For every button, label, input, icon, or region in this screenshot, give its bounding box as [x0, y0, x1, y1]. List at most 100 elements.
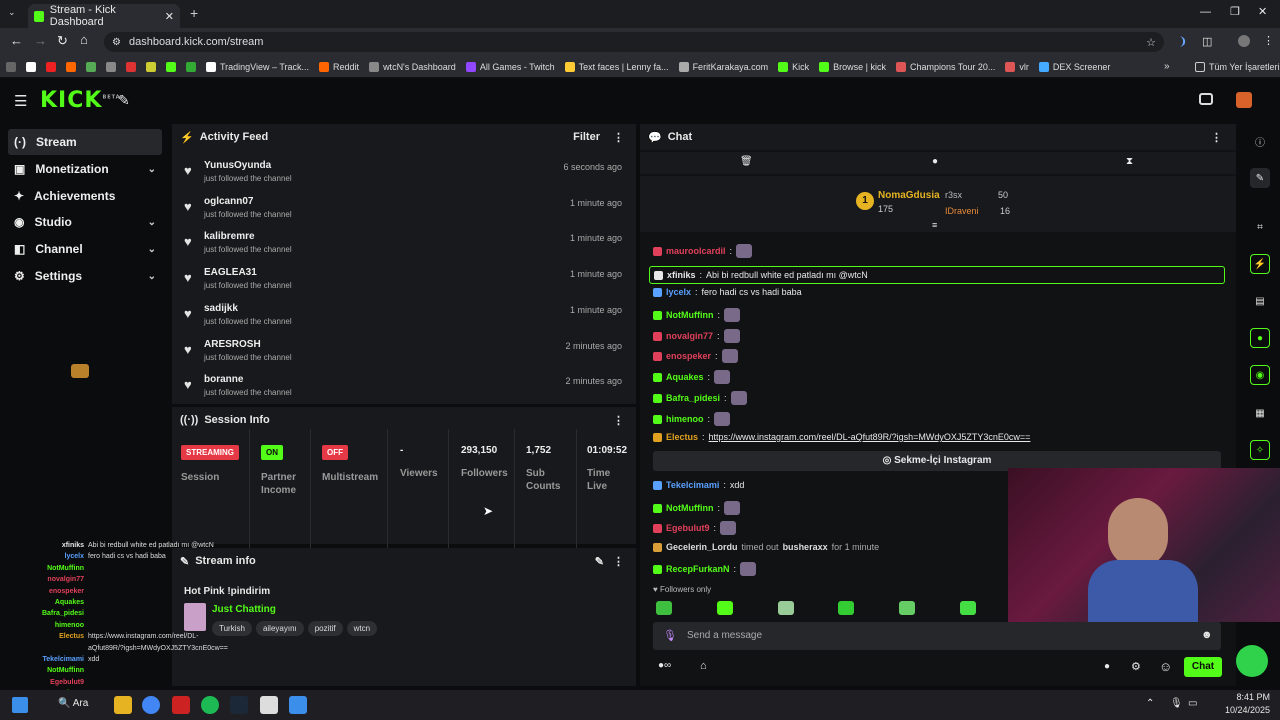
lightning-rail-icon[interactable]: ⚡ — [1250, 254, 1270, 274]
kebab-menu-icon[interactable]: ⋮ — [613, 414, 624, 427]
microphone-icon[interactable]: 🎙 — [663, 629, 677, 642]
bookmark-icon[interactable] — [166, 61, 176, 72]
chat-username[interactable]: RecepFurkanN — [666, 564, 730, 574]
bookmark-icon[interactable] — [186, 61, 196, 72]
chat-username[interactable]: xfiniks — [667, 270, 696, 280]
microphone-tray-icon[interactable]: 🎙 — [1170, 698, 1183, 709]
site-info-icon[interactable]: ⚙ — [112, 37, 121, 48]
close-window-icon[interactable]: ✕ — [1258, 5, 1267, 18]
profile-avatar[interactable] — [1238, 35, 1250, 47]
tag[interactable]: pozitif — [307, 621, 343, 636]
browser-tab[interactable]: Stream - Kick Dashboard ✕ — [28, 4, 180, 28]
chrome-icon[interactable] — [142, 696, 160, 714]
browser-menu-icon[interactable]: ⋮ — [1263, 34, 1274, 47]
broadcast-rail-icon[interactable]: ◉ — [1250, 365, 1270, 385]
reload-icon[interactable]: ↻ — [57, 33, 68, 49]
forward-icon[interactable]: → — [34, 33, 47, 48]
steam-icon[interactable] — [230, 696, 248, 714]
sidebar-item-studio[interactable]: ◉ Studio ⌄ — [8, 209, 162, 235]
document-icon[interactable]: ▤ — [1250, 291, 1270, 311]
bookmark-star-icon[interactable]: ☆ — [1146, 36, 1156, 49]
menu-hamburger-icon[interactable]: ☰ — [14, 92, 27, 110]
scan-icon[interactable]: ⌗ — [1250, 217, 1270, 237]
quick-action-icon[interactable]: ✎ — [118, 92, 130, 109]
trash-icon[interactable]: 🗑 — [740, 156, 753, 167]
kebab-menu-icon[interactable]: ⋮ — [613, 131, 624, 144]
close-tab-icon[interactable]: ✕ — [165, 10, 174, 23]
edit-icon[interactable]: ✎ — [595, 555, 604, 568]
bookmark-item[interactable]: TradingView – Track... — [206, 61, 309, 72]
message-input[interactable]: 🎙 Send a message ☻ — [653, 622, 1221, 650]
emote[interactable] — [777, 601, 794, 615]
all-bookmarks[interactable]: Tüm Yer İşaretleri — [1195, 61, 1280, 72]
spotify-icon[interactable] — [201, 696, 219, 714]
notepad-icon[interactable] — [289, 696, 307, 714]
multistream-off-badge[interactable]: OFF — [322, 445, 348, 460]
bookmark-item[interactable]: Kick — [778, 61, 809, 72]
chat-username[interactable]: himenoo — [666, 414, 704, 424]
chat-tab-icon[interactable]: ● — [932, 156, 938, 167]
filter-button[interactable]: Filter — [573, 131, 600, 143]
reddit-bookmark-icon[interactable] — [66, 61, 76, 72]
taskbar-search[interactable]: 🔍 Ara — [58, 698, 88, 709]
bookmark-item[interactable]: wtcN's Dashboard — [369, 61, 456, 72]
obs-icon[interactable] — [260, 696, 278, 714]
user-avatar[interactable] — [1236, 92, 1252, 108]
follower-name[interactable]: YunusOyunda — [204, 160, 271, 171]
kebab-menu-icon[interactable]: ⋮ — [1211, 131, 1222, 144]
bookmark-icon[interactable] — [86, 61, 96, 72]
bookmark-item[interactable]: Text faces | Lenny fa... — [564, 61, 669, 72]
file-explorer-icon[interactable] — [114, 696, 132, 714]
sidebar-item-settings[interactable]: ⚙ Settings ⌄ — [8, 263, 162, 289]
emote[interactable] — [656, 601, 672, 615]
chat-username[interactable]: enospeker — [666, 351, 711, 361]
tag[interactable]: wtcn — [346, 621, 378, 636]
chat-username[interactable]: Egebulut9 — [666, 523, 710, 533]
emote-picker-icon[interactable]: ☺ — [1159, 659, 1172, 674]
bookmark-item[interactable]: Browse | kick — [819, 61, 886, 72]
emote[interactable] — [899, 601, 916, 615]
sidebar-item-monetization[interactable]: ▣ Monetization ⌄ — [8, 156, 162, 182]
x-bookmark-icon[interactable] — [26, 61, 36, 72]
extension-icon[interactable]: ❩ — [1178, 35, 1187, 48]
support-headset-icon[interactable] — [1236, 645, 1268, 677]
chat-link[interactable]: https://www.instagram.com/reel/DL-aQfut8… — [709, 432, 1031, 442]
follower-name[interactable]: EAGLEA31 — [204, 267, 257, 278]
points-icon[interactable]: ●∞ — [658, 660, 671, 671]
follower-name[interactable]: ARESROSH — [204, 339, 261, 350]
expand-chevron-icon[interactable]: ≡ — [932, 220, 937, 230]
sidebar-item-stream[interactable]: (·) Stream — [8, 129, 162, 155]
app-icon[interactable] — [172, 696, 190, 714]
apps-icon[interactable] — [6, 61, 16, 72]
hourglass-icon[interactable]: ⧗ — [1126, 156, 1133, 167]
tab-list-icon[interactable]: ⌄ — [8, 7, 16, 18]
youtube-bookmark-icon[interactable] — [46, 61, 56, 72]
emote[interactable] — [959, 601, 976, 615]
bookmark-item[interactable]: DEX Screener — [1038, 61, 1110, 72]
chat-username[interactable]: mauroolcardil — [666, 246, 726, 256]
sidebar-item-achievements[interactable]: ✦ Achievements — [8, 183, 162, 209]
bookmark-item[interactable]: Reddit — [319, 61, 359, 72]
wrench-icon[interactable]: ✧ — [1250, 440, 1270, 460]
kebab-menu-icon[interactable]: ⋮ — [613, 555, 624, 568]
chat-username[interactable]: Bafra_pidesi — [666, 393, 720, 403]
chat-bubble-small-icon[interactable]: ● — [1104, 661, 1110, 672]
layout-icon[interactable]: ▦ — [1250, 403, 1270, 423]
minimize-icon[interactable]: — — [1200, 6, 1211, 18]
more-bookmarks-icon[interactable]: » — [1164, 61, 1170, 72]
emote[interactable] — [838, 601, 855, 615]
chat-settings-icon[interactable]: ⚙ — [1131, 660, 1141, 673]
follower-name[interactable]: kalibremre — [204, 231, 255, 242]
tag[interactable]: aileyayını — [255, 621, 304, 636]
chat-username[interactable]: NotMuffinn — [666, 503, 713, 513]
bookmark-item[interactable]: All Games - Twitch — [465, 61, 555, 72]
chat-username[interactable]: NotMuffinn — [666, 310, 713, 320]
sidebar-item-channel[interactable]: ◧ Channel ⌄ — [8, 236, 162, 262]
clock-date[interactable]: 10/24/2025 — [1210, 705, 1270, 715]
windows-start-icon[interactable] — [12, 697, 28, 713]
chat-username[interactable]: Tekelcimami — [666, 480, 719, 490]
bookmark-icon[interactable] — [126, 61, 136, 72]
chat-username[interactable]: Electus — [666, 432, 698, 442]
maximize-icon[interactable]: ❐ — [1230, 5, 1240, 18]
chat-rail-icon[interactable]: ● — [1250, 328, 1270, 348]
